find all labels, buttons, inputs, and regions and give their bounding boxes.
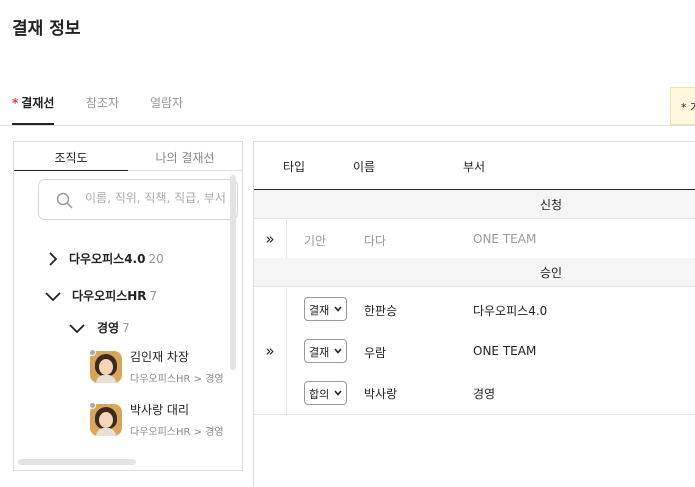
search-input[interactable] [85,191,235,205]
tab-reference[interactable]: 참조자 [86,94,119,111]
group-header-approval: 승인 [254,258,695,287]
status-dot [89,402,96,409]
table-bottom-border [254,414,695,415]
notice-box: * 가 [670,87,695,125]
required-mark: * [12,96,19,110]
tab-viewers[interactable]: 열람자 [150,94,183,111]
tab-org-chart[interactable]: 조직도 [14,142,128,171]
chevron-down-icon [334,306,342,312]
row-dept: ONE TEAM [473,232,537,246]
avatar [90,404,122,436]
search-icon [56,192,73,209]
tab-approval-line[interactable]: * 결재선 [12,94,54,111]
row-dept: 다우오피스4.0 [473,304,548,318]
chevron-down-icon [45,291,61,301]
tree-node-management[interactable]: 경영 7 [69,319,130,336]
move-arrow-icon[interactable]: » [254,220,287,258]
row-name: 우람 [364,346,387,360]
tree-node-dauoffice40[interactable]: 다우오피스4.0 20 [47,250,164,267]
row-name: 한판승 [364,304,398,318]
person-name: 김인재 차장 [130,350,190,364]
group-title: 승인 [540,266,563,280]
tree-node-count: 7 [122,320,130,335]
row-dept: ONE TEAM [473,344,537,358]
person-item[interactable]: 박사랑 대리 다우오피스HR > 경영 [89,400,230,440]
row-name: 박사랑 [364,387,398,401]
person-name: 박사랑 대리 [130,403,190,417]
chevron-down-icon [69,323,85,333]
vertical-scrollbar[interactable] [230,175,236,370]
tree-node-label: 경영 [97,321,120,335]
horizontal-scrollbar[interactable] [18,459,136,465]
header-dept: 부서 [463,160,486,174]
move-arrow-icon[interactable]: » [254,288,287,414]
approval-type-select[interactable]: 결재 [304,297,347,321]
chevron-down-icon [334,390,342,396]
row-name: 다다 [364,234,387,248]
person-path: 다우오피스HR > 경영 [130,374,224,385]
tree-node-dauofficehr[interactable]: 다우오피스HR 7 [45,287,157,304]
approval-type-select[interactable]: 합의 [304,381,347,405]
tree-node-label: 다우오피스4.0 [69,252,146,266]
approval-type-select[interactable]: 결재 [304,339,347,363]
chevron-down-icon [334,348,342,354]
tab-approval-line-label: 결재선 [21,96,55,110]
search-box [38,179,238,220]
tree-node-count: 7 [149,288,158,303]
tree-node-count: 20 [148,251,164,266]
group-header-request: 신청 [254,190,695,219]
approval-line-table: 타입 이름 부서 신청 » 기안 다다 ONE TEAM 승인 » 결재 한판승… [253,141,695,487]
row-type: 기안 [304,234,327,248]
org-panel: 조직도 나의 결재선 다우오피스4.020 다우오피스HR7 경영7 김인재 차… [13,141,243,471]
approval-tabs: * 결재선 참조자 열람자 [0,90,695,126]
tree-node-label: 다우오피스HR [72,289,147,303]
group-title: 신청 [540,198,563,212]
person-path: 다우오피스HR > 경영 [130,427,224,438]
person-item[interactable]: 김인재 차장 다우오피스HR > 경영 [89,347,230,387]
chevron-right-icon [49,251,58,266]
status-dot [89,349,96,356]
table-header: 타입 이름 부서 [254,142,695,190]
active-tab-underline [12,123,54,125]
page-title: 결재 정보 [12,19,81,39]
row-dept: 경영 [473,387,496,401]
header-name: 이름 [353,160,376,174]
tab-my-approval-line[interactable]: 나의 결재선 [128,142,242,171]
avatar [90,351,122,383]
header-type: 타입 [283,160,306,174]
